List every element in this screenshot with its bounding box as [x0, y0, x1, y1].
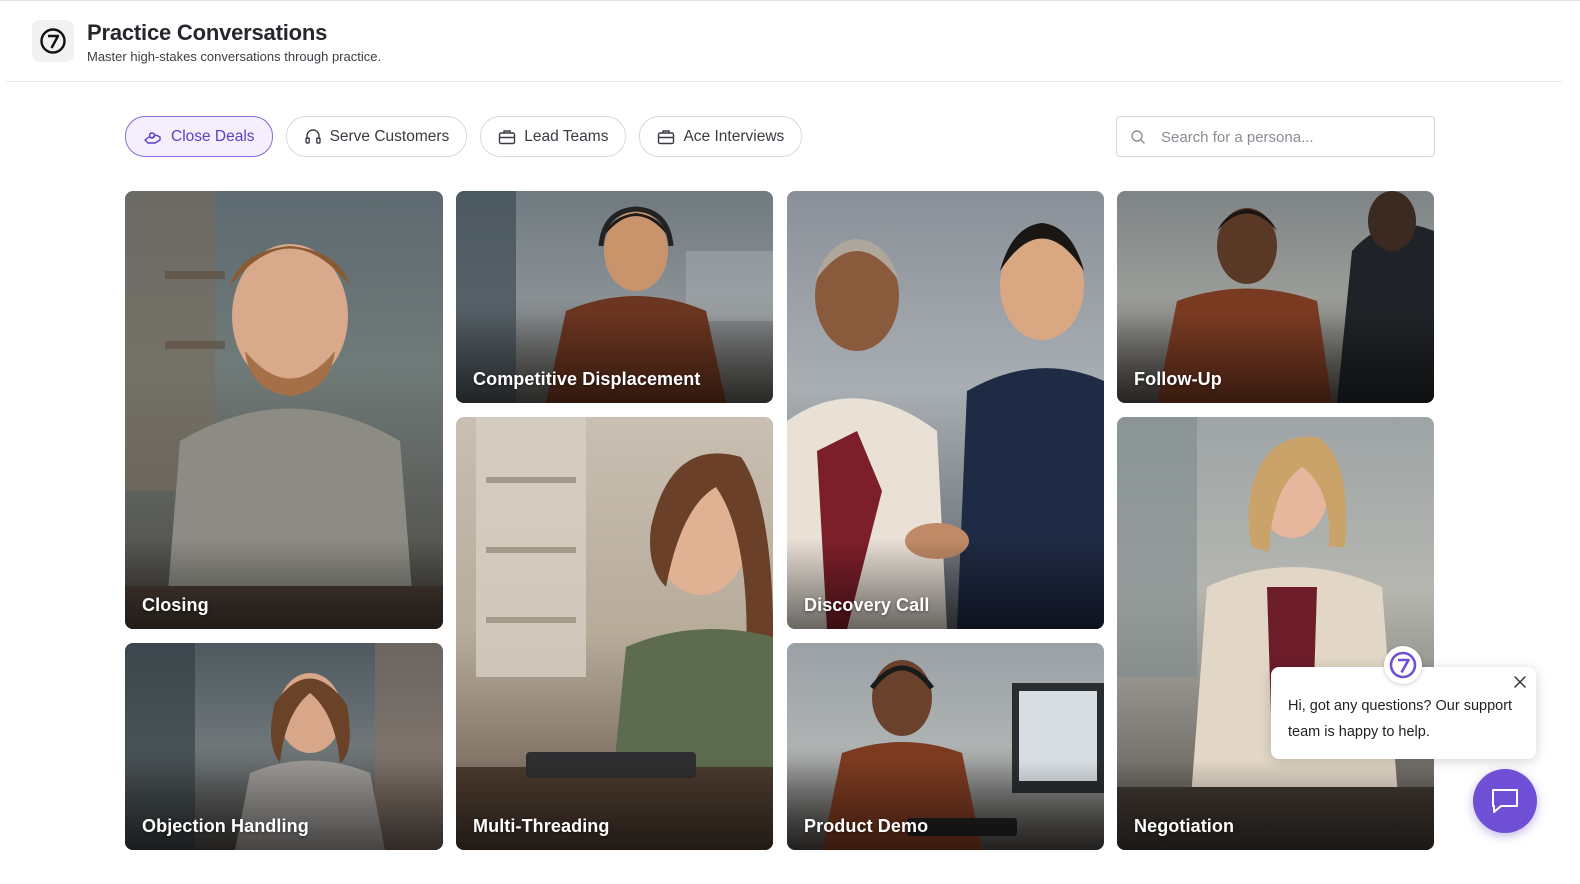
tab-close-deals[interactable]: Close Deals — [125, 116, 273, 157]
handshake-icon — [144, 131, 161, 144]
persona-card-discovery-call[interactable]: Discovery Call — [787, 191, 1104, 629]
tab-label: Serve Customers — [329, 127, 450, 145]
persona-card-product-demo[interactable]: Product Demo — [787, 643, 1104, 850]
persona-label: Negotiation — [1134, 816, 1235, 836]
briefcase-icon — [499, 129, 516, 144]
persona-label: Product Demo — [804, 816, 929, 836]
persona-card-multi-threading[interactable]: Multi-Threading — [456, 417, 773, 850]
briefcase-icon — [658, 129, 675, 144]
chat-message: Hi, got any questions? Our support team … — [1288, 698, 1513, 740]
persona-label: Competitive Displacement — [473, 369, 701, 389]
search-icon — [1131, 130, 1145, 144]
page-subtitle: Master high-stakes conversations through… — [87, 49, 382, 64]
persona-label: Objection Handling — [142, 816, 309, 836]
close-icon[interactable] — [1513, 675, 1527, 689]
logo-seven-icon — [1389, 651, 1417, 679]
tab-serve-customers[interactable]: Serve Customers — [285, 116, 468, 157]
persona-card-negotiation[interactable]: Negotiation — [1117, 417, 1434, 850]
persona-label: Discovery Call — [804, 595, 930, 615]
headset-icon — [304, 128, 321, 144]
tab-ace-interviews[interactable]: Ace Interviews — [639, 116, 803, 157]
persona-label: Follow-Up — [1134, 369, 1222, 389]
persona-card-follow-up[interactable]: Follow-Up — [1117, 191, 1434, 403]
search-input[interactable] — [1159, 117, 1423, 158]
persona-label: Closing — [142, 595, 209, 615]
chat-launcher-button[interactable] — [1473, 769, 1537, 833]
tab-label: Close Deals — [171, 127, 255, 145]
category-tabs: Close Deals Serve Customers Lead Teams A… — [125, 116, 803, 157]
persona-card-competitive-displacement[interactable]: Competitive Displacement — [456, 191, 773, 403]
app-logo[interactable] — [32, 20, 74, 62]
tab-label: Ace Interviews — [683, 127, 785, 145]
persona-search — [1116, 116, 1435, 158]
chat-bubble-icon — [1492, 789, 1518, 813]
persona-card-objection-handling[interactable]: Objection Handling — [125, 643, 443, 850]
logo-seven-icon — [40, 28, 66, 54]
tab-label: Lead Teams — [524, 127, 609, 145]
persona-label: Multi-Threading — [473, 816, 610, 836]
persona-card-closing[interactable]: Closing — [125, 191, 443, 629]
page-header: Practice Conversations Master high-stake… — [6, 1, 1562, 82]
support-avatar — [1384, 646, 1422, 684]
page-title: Practice Conversations — [87, 20, 328, 45]
tab-lead-teams[interactable]: Lead Teams — [480, 116, 627, 157]
